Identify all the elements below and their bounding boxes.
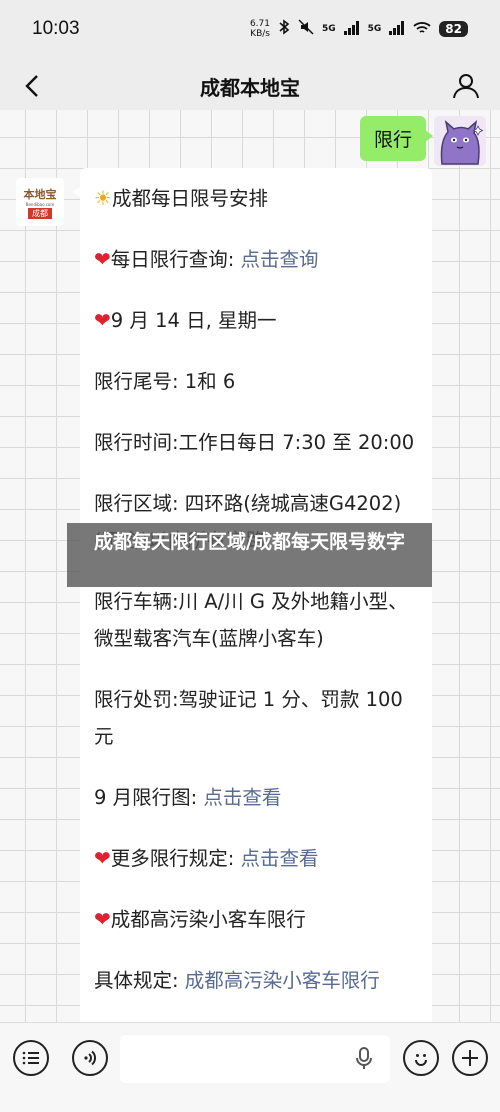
cat-avatar-icon <box>434 116 486 166</box>
message-line-details: 具体规定: 成都高污染小客车限行 <box>94 962 416 999</box>
message-line-more-rules: ❤更多限行规定: 点击查看 <box>94 840 416 877</box>
title-text: 成都每日限号安排 <box>111 187 268 210</box>
logo-city: 成都 <box>28 207 52 219</box>
input-bar <box>0 1022 500 1112</box>
net-speed-value: 6.71 <box>249 19 270 29</box>
chevron-left-icon <box>25 75 38 97</box>
wifi-icon <box>413 21 431 38</box>
message-line-date: ❤9 月 14 日, 星期一 <box>94 302 416 339</box>
message-line-high-pollution: ❤成都高污染小客车限行 <box>94 901 416 938</box>
more-button[interactable] <box>452 1040 488 1076</box>
battery-indicator: 82 <box>439 21 468 37</box>
menu-button[interactable] <box>13 1040 49 1076</box>
sun-icon: ☀ <box>94 186 112 210</box>
nav-bar: 成都本地宝 <box>0 58 500 114</box>
user-avatar[interactable] <box>434 116 486 166</box>
list-icon <box>22 1051 39 1065</box>
message-line-map: 9 月限行图: 点击查看 <box>94 779 416 816</box>
back-button[interactable] <box>16 70 48 102</box>
details-link[interactable]: 成都高污染小客车限行 <box>185 969 380 992</box>
logo-url: Bendibao.com <box>25 201 55 207</box>
outgoing-message-row: 限行 <box>359 116 486 166</box>
date-text: 9 月 14 日, 星期一 <box>110 309 277 332</box>
overlay-caption: 成都每天限行区域/成都每天限号数字 <box>67 523 432 587</box>
mute-icon <box>298 19 314 39</box>
bot-avatar[interactable]: 本地宝 Bendibao.com 成都 <box>16 178 64 226</box>
outgoing-message-bubble[interactable]: 限行 <box>359 116 434 161</box>
heart-icon: ❤ <box>94 846 111 870</box>
map-label: 9 月限行图: <box>94 786 204 809</box>
query-label: 每日限行查询: <box>110 248 241 271</box>
message-line-vehicles: 限行车辆:川 A/川 G 及外地籍小型、微型载客汽车(蓝牌小客车) <box>94 590 408 650</box>
net-speed-unit: KB/s <box>250 29 270 39</box>
status-time: 10:03 <box>32 18 80 39</box>
query-link[interactable]: 点击查询 <box>241 248 319 271</box>
microphone-icon[interactable] <box>355 1047 373 1075</box>
high-pollution-text: 成都高污染小客车限行 <box>110 908 306 931</box>
logo-name: 本地宝 <box>23 187 57 201</box>
plus-icon <box>462 1050 478 1066</box>
profile-button[interactable] <box>450 70 482 102</box>
more-rules-label: 更多限行规定: <box>110 847 241 870</box>
status-bar: 10:03 6.71 KB/s 5G 5G 82 <box>0 0 500 58</box>
message-line-title: ☀成都每日限号安排 <box>94 180 416 217</box>
bluetooth-icon <box>278 19 290 39</box>
heart-icon: ❤ <box>94 247 111 271</box>
voice-wave-icon <box>84 1050 96 1066</box>
incoming-message-bubble[interactable]: ☀成都每日限号安排 ❤每日限行查询: 点击查询 ❤9 月 14 日, 星期一 限… <box>73 168 432 1022</box>
message-line-penalty: 限行处罚:驾驶证记 1 分、罚款 100 元 <box>94 688 403 748</box>
status-icons: 6.71 KB/s 5G 5G 82 <box>250 19 468 39</box>
signal-label-2: 5G <box>367 24 382 34</box>
message-line-time: 限行时间:工作日每日 7:30 至 20:00 <box>94 431 415 454</box>
heart-icon: ❤ <box>94 308 111 332</box>
emoji-button[interactable] <box>403 1040 439 1076</box>
net-speed: 6.71 KB/s <box>250 19 270 39</box>
heart-icon: ❤ <box>94 907 111 931</box>
chat-title: 成都本地宝 <box>200 75 300 100</box>
map-link[interactable]: 点击查看 <box>203 786 281 809</box>
details-label: 具体规定: <box>94 969 185 992</box>
voice-mode-button[interactable] <box>72 1040 108 1076</box>
message-line-tail-numbers: 限行尾号: 1和 6 <box>94 370 236 393</box>
person-icon <box>453 74 479 99</box>
signal-bars-icon <box>343 20 360 38</box>
smiley-icon <box>415 1054 427 1066</box>
signal-bars-icon-2 <box>389 20 405 38</box>
message-line-query: ❤每日限行查询: 点击查询 <box>94 241 416 278</box>
more-rules-link[interactable]: 点击查看 <box>241 847 319 870</box>
message-input[interactable] <box>120 1035 390 1083</box>
signal-label-1: 5G <box>321 24 336 34</box>
